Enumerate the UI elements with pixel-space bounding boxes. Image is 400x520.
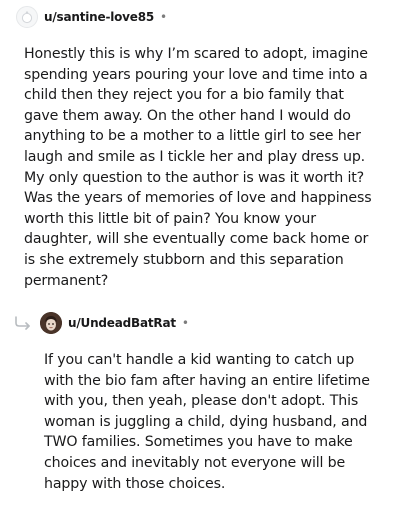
default-avatar-icon[interactable] bbox=[16, 6, 38, 28]
comment-body: Honestly this is why I’m scared to adopt… bbox=[24, 46, 372, 289]
comment-header: u/santine-love85 • bbox=[16, 4, 167, 30]
comment-username[interactable]: u/santine-love85 bbox=[44, 10, 154, 24]
separator-dot: • bbox=[181, 316, 189, 330]
comment-header: u/UndeadBatRat • bbox=[14, 310, 189, 336]
comment-body: If you can't handle a kid wanting to cat… bbox=[44, 352, 370, 492]
user-avatar-icon[interactable] bbox=[40, 312, 62, 334]
comment-username[interactable]: u/UndeadBatRat bbox=[68, 316, 176, 330]
separator-dot: • bbox=[160, 10, 168, 24]
reply-arrow-icon bbox=[15, 316, 30, 330]
